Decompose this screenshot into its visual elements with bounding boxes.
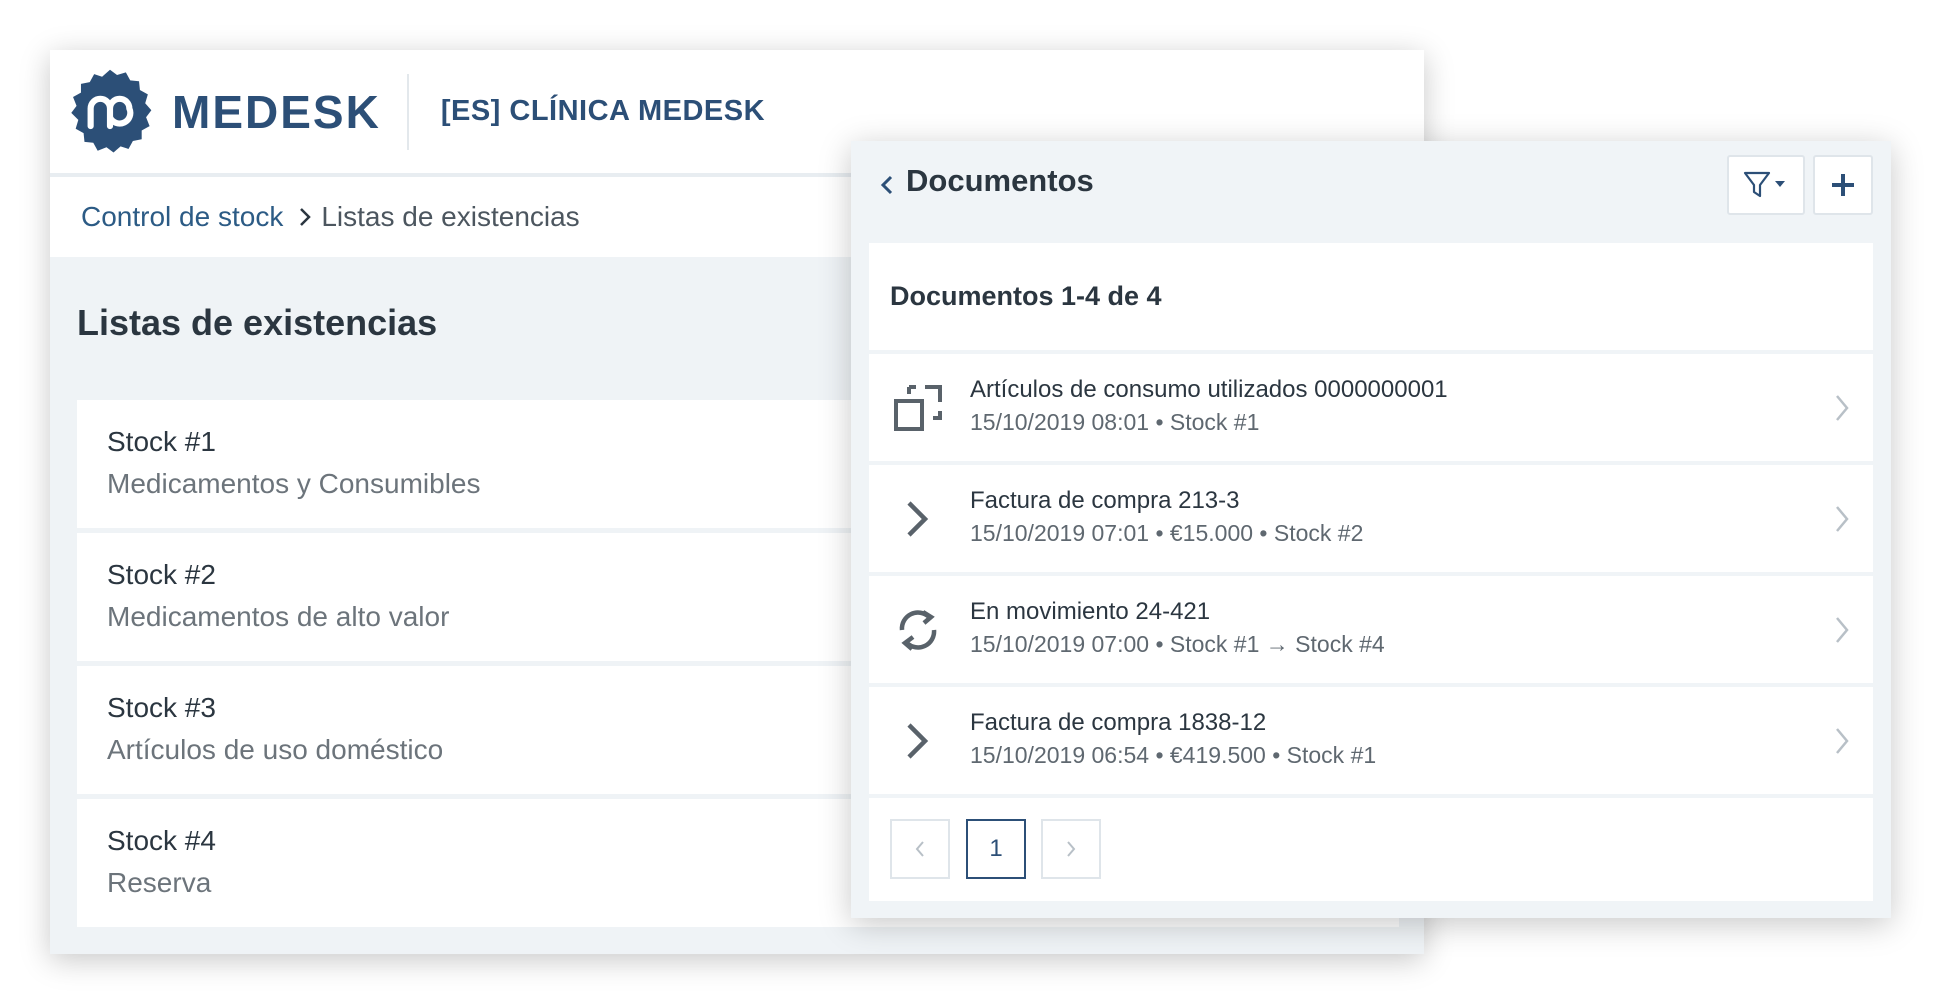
consumption-icon bbox=[894, 385, 942, 431]
document-row[interactable]: En movimiento 24-421 15/10/2019 07:00 • … bbox=[869, 576, 1873, 683]
add-document-button[interactable] bbox=[1813, 155, 1873, 215]
document-row[interactable]: Factura de compra 1838-12 15/10/2019 06:… bbox=[869, 687, 1873, 794]
header-divider bbox=[406, 73, 409, 150]
chevron-right-icon bbox=[1836, 617, 1849, 643]
filter-icon bbox=[1743, 171, 1785, 198]
plus-icon bbox=[1832, 174, 1854, 196]
clinic-name[interactable]: [ES] CLÍNICA MEDESK bbox=[441, 95, 765, 128]
medesk-logo-icon[interactable] bbox=[66, 68, 154, 156]
documents-panel-title: Documentos bbox=[906, 163, 1094, 198]
chevron-right-icon bbox=[1836, 506, 1849, 532]
pagination-prev-button[interactable] bbox=[890, 819, 950, 879]
document-row[interactable]: Factura de compra 213-3 15/10/2019 07:01… bbox=[869, 465, 1873, 572]
document-meta: 15/10/2019 07:01 • €15.000 • Stock #2 bbox=[970, 520, 1364, 546]
documents-list: Documentos 1-4 de 4 Artículos de consumo… bbox=[869, 243, 1873, 901]
chevron-right-icon bbox=[300, 208, 312, 226]
chevron-right-icon bbox=[1836, 395, 1849, 421]
incoming-arrow-icon bbox=[907, 723, 929, 759]
documents-panel: Documentos Documentos 1-4 de 4 Artículos… bbox=[851, 141, 1891, 918]
document-row[interactable]: Artículos de consumo utilizados 00000000… bbox=[869, 354, 1873, 461]
incoming-arrow-icon bbox=[907, 501, 929, 537]
breadcrumb-parent-link[interactable]: Control de stock bbox=[81, 201, 283, 233]
chevron-left-icon bbox=[915, 841, 924, 857]
brand-name: MEDESK bbox=[172, 85, 381, 138]
document-meta: 15/10/2019 08:01 • Stock #1 bbox=[970, 409, 1260, 435]
transfer-cycle-icon bbox=[899, 610, 937, 651]
documents-count: Documentos 1-4 de 4 bbox=[869, 243, 1873, 350]
pagination: 1 bbox=[869, 798, 1873, 901]
chevron-right-icon bbox=[1067, 841, 1076, 857]
document-meta: 15/10/2019 07:00 • Stock #1 → Stock #4 bbox=[970, 631, 1385, 657]
document-title: Factura de compra 213-3 bbox=[970, 487, 1240, 514]
chevron-right-icon bbox=[1836, 728, 1849, 754]
filter-button[interactable] bbox=[1727, 155, 1805, 215]
page-title: Listas de existencias bbox=[77, 302, 438, 343]
breadcrumb-current: Listas de existencias bbox=[321, 201, 580, 232]
back-chevron-icon[interactable] bbox=[877, 169, 895, 201]
pagination-page-1[interactable]: 1 bbox=[966, 819, 1026, 879]
document-meta: 15/10/2019 06:54 • €419.500 • Stock #1 bbox=[970, 742, 1377, 768]
document-title: Artículos de consumo utilizados 00000000… bbox=[970, 376, 1448, 403]
document-title: Factura de compra 1838-12 bbox=[970, 709, 1267, 736]
documents-panel-header: Documentos bbox=[851, 141, 1891, 243]
pagination-next-button[interactable] bbox=[1041, 819, 1101, 879]
document-title: En movimiento 24-421 bbox=[970, 598, 1211, 625]
